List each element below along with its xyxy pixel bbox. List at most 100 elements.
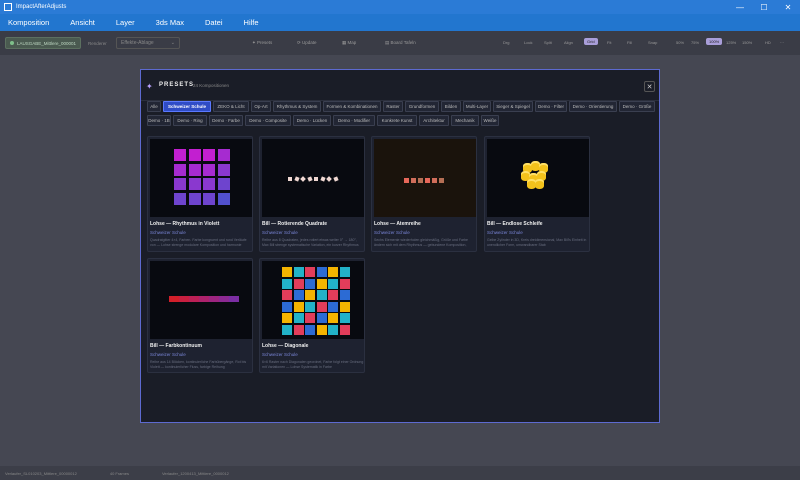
update-tool[interactable]: ⟳ Update bbox=[297, 40, 317, 46]
preset-card[interactable]: Lohse — Diagonale Schweizer Schule 6×6 R… bbox=[259, 258, 365, 373]
menu-layer[interactable]: Layer bbox=[116, 18, 135, 27]
filter-demo-farbe[interactable]: Demo · Farbe bbox=[209, 115, 243, 126]
artwork-square bbox=[203, 178, 215, 190]
artwork-square bbox=[339, 324, 350, 335]
artwork-square bbox=[214, 296, 219, 302]
filter-demo-modifier[interactable]: Demo · Modifier bbox=[333, 115, 375, 126]
artwork-square bbox=[305, 324, 315, 335]
preset-author: Schweizer Schule bbox=[262, 352, 298, 357]
map-tool[interactable]: ▦ Map bbox=[342, 40, 356, 46]
renderer-select[interactable]: Effekte-Ablage ⌄ bbox=[116, 37, 180, 49]
menu-ansicht[interactable]: Ansicht bbox=[70, 18, 95, 27]
filter-op-art[interactable]: Op-Art bbox=[251, 101, 271, 112]
filter-architektur[interactable]: Architektur bbox=[419, 115, 449, 126]
preset-title: Bill — Endlose Schleife bbox=[487, 221, 543, 227]
view-drg[interactable]: Drg bbox=[503, 40, 509, 45]
view-fit[interactable]: Fit bbox=[607, 40, 611, 45]
minimize-button[interactable]: — bbox=[728, 0, 752, 14]
view-fill[interactable]: Fill bbox=[627, 40, 632, 45]
board-tool[interactable]: ▤ Board Tafeln bbox=[385, 40, 416, 46]
filter-schweizer-schule[interactable]: Schweizer Schule bbox=[163, 101, 211, 112]
artwork-square bbox=[174, 178, 186, 190]
filter-demo-orientierung[interactable]: Demo · Orientierung bbox=[569, 101, 617, 112]
menu-hilfe[interactable]: Hilfe bbox=[244, 18, 259, 27]
composition-chip-label: LAUSGABE_Mittlere_000001 bbox=[17, 40, 77, 46]
filter-formen-kombinationen[interactable]: Formen & Kombinationen bbox=[323, 101, 381, 112]
menu-datei[interactable]: Datei bbox=[205, 18, 223, 27]
presets-tool[interactable]: ✦ Presets bbox=[252, 40, 272, 46]
zoom-50[interactable]: 50% bbox=[676, 40, 684, 45]
artwork-square bbox=[305, 278, 315, 289]
maximize-button[interactable]: ☐ bbox=[752, 0, 776, 14]
artwork-square bbox=[328, 267, 338, 277]
view-lock[interactable]: Lock bbox=[524, 40, 532, 45]
filter-sieger-spiegel[interactable]: Sieger & Spiegel bbox=[493, 101, 533, 112]
preset-description: Sechs Elemente wiederholen gleichmäßig, … bbox=[374, 238, 468, 247]
renderer-label: Renderer bbox=[88, 41, 107, 46]
artwork-square bbox=[411, 178, 416, 183]
zoom-75[interactable]: 75% bbox=[691, 40, 699, 45]
filter-demo-ring[interactable]: Demo · Ring bbox=[173, 115, 207, 126]
status-left: Verlaufer_SL010203_Mittlere_00000012 bbox=[5, 470, 77, 476]
view-align[interactable]: Align bbox=[564, 40, 573, 45]
artwork-square bbox=[199, 296, 204, 302]
close-window-button[interactable]: ✕ bbox=[776, 0, 800, 14]
preset-thumbnail bbox=[374, 139, 476, 217]
preset-author: Schweizer Schule bbox=[487, 230, 523, 235]
zoom-125[interactable]: 125% bbox=[726, 40, 736, 45]
artwork-square bbox=[339, 278, 350, 289]
preset-thumbnail bbox=[150, 261, 252, 339]
preset-thumbnail bbox=[150, 139, 252, 217]
artwork-square bbox=[293, 324, 304, 335]
filter-demo-1b[interactable]: Demo · 1B bbox=[147, 115, 171, 126]
artwork-square bbox=[179, 296, 184, 302]
filter-demo-filter[interactable]: Demo · Filter bbox=[535, 101, 567, 112]
artwork-square bbox=[169, 296, 174, 302]
artwork-square bbox=[332, 176, 339, 182]
filter-bilden[interactable]: Bilden bbox=[441, 101, 461, 112]
artwork-square bbox=[293, 290, 304, 300]
filter-konkrete-kunst[interactable]: Konkrete Kunst bbox=[377, 115, 417, 126]
filter-alle[interactable]: Alle bbox=[147, 101, 161, 112]
filter-demo-composite[interactable]: Demo · Composite bbox=[245, 115, 291, 126]
status-dot-icon bbox=[10, 41, 14, 45]
preset-thumbnail bbox=[487, 139, 589, 217]
filter-weisse[interactable]: Weiße bbox=[481, 115, 499, 126]
close-dialog-button[interactable]: ✕ bbox=[644, 81, 655, 92]
zoom-150[interactable]: 150% bbox=[742, 40, 752, 45]
preset-card[interactable]: Bill — Endlose Schleife Schweizer Schule… bbox=[484, 136, 590, 252]
artwork-square bbox=[328, 313, 338, 323]
more-icon[interactable]: ⋯ bbox=[780, 40, 784, 45]
preset-author: Schweizer Schule bbox=[150, 230, 186, 235]
hd-toggle[interactable]: HD bbox=[765, 40, 771, 45]
filter-grundformen[interactable]: Grundformen bbox=[405, 101, 439, 112]
filter-zeko-licht[interactable]: ZEKO & Licht bbox=[213, 101, 249, 112]
artwork-square bbox=[404, 178, 409, 183]
artwork-square bbox=[535, 179, 544, 189]
zoom-100[interactable]: 100% bbox=[706, 38, 723, 45]
filter-demo-groesse[interactable]: Demo · Größe bbox=[619, 101, 655, 112]
preset-card[interactable]: Lohse — Rhythmus in Violett Schweizer Sc… bbox=[147, 136, 253, 252]
view-grid[interactable]: Grid bbox=[584, 38, 598, 45]
preset-card[interactable]: Bill — Rotierende Quadrate Schweizer Sch… bbox=[259, 136, 365, 252]
preset-card[interactable]: Bill — Farbkontinuum Schweizer Schule Re… bbox=[147, 258, 253, 373]
window-title: ImpactAfterAdjusts bbox=[16, 4, 67, 10]
artwork-square bbox=[305, 267, 315, 277]
view-split[interactable]: Split bbox=[544, 40, 552, 45]
filter-multi-layer[interactable]: Multi-Layer bbox=[463, 101, 491, 112]
menu-komposition[interactable]: Komposition bbox=[8, 18, 49, 27]
title-bar: ImpactAfterAdjusts — ☐ ✕ bbox=[0, 0, 800, 14]
view-snap[interactable]: Snap bbox=[648, 40, 657, 45]
artwork-square bbox=[282, 313, 292, 323]
artwork-square bbox=[209, 296, 214, 302]
preset-description: 6×6 Raster nach Diagonalen geordnet, Far… bbox=[262, 360, 364, 369]
preset-card[interactable]: Lohse — Atemreihe Schweizer Schule Sechs… bbox=[371, 136, 477, 252]
artwork-square bbox=[305, 290, 315, 300]
filter-mechanik[interactable]: Mechanik bbox=[451, 115, 479, 126]
menu-3dsmax[interactable]: 3ds Max bbox=[156, 18, 184, 27]
composition-chip[interactable]: LAUSGABE_Mittlere_000001 bbox=[5, 37, 82, 49]
filter-demo-luecken[interactable]: Demo · Lücken bbox=[293, 115, 331, 126]
filter-raster[interactable]: Raster bbox=[383, 101, 403, 112]
filter-rhythmus-system[interactable]: Rhythmus & System bbox=[273, 101, 321, 112]
toolbar: LAUSGABE_Mittlere_000001 Renderer Effekt… bbox=[0, 31, 800, 55]
